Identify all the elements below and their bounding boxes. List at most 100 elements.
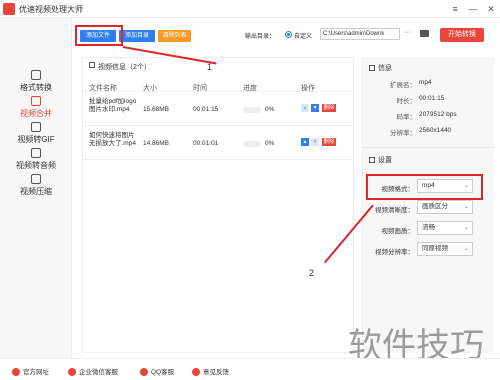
settings-title-text: 设置: [378, 157, 392, 164]
annotation-number-1: 1: [207, 62, 213, 72]
gif-icon: [31, 122, 41, 132]
delete-button[interactable]: 删除: [322, 138, 336, 146]
column-header: 大小: [143, 85, 157, 92]
video-info-icon: [89, 62, 95, 68]
custom-radio[interactable]: [285, 31, 292, 38]
chevron-down-icon: ⌄: [463, 225, 469, 231]
move-up-icon[interactable]: ▲: [301, 138, 309, 146]
move-up-icon[interactable]: ▲: [301, 104, 309, 112]
info-label: 分辨率：: [390, 130, 416, 137]
video-format-select[interactable]: mp4 ⌄: [417, 179, 473, 193]
sidebar-item-label: 视频合并: [20, 109, 52, 118]
video-list-panel: 视频信息（2个） 文件名称 大小 时间 进度 操作 批量给pdf加logo图片水…: [82, 57, 354, 353]
footer-wechat[interactable]: 企业微信客服: [68, 366, 118, 376]
add-file-button[interactable]: 添加文件: [80, 30, 116, 42]
app-window: 优速视频处理大师 ≡ — ✕ 格式转换 视频合并 视频转GIF 视频转音频 视频…: [0, 0, 500, 380]
sidebar-item-label: 视频转音频: [16, 161, 56, 170]
delete-button[interactable]: 删除: [322, 104, 336, 112]
footer-feedback[interactable]: 意见反馈: [192, 366, 229, 376]
browse-more-button[interactable]: ···: [404, 29, 411, 36]
title-bar: 优速视频处理大师 ≡ — ✕: [0, 0, 500, 18]
file-name: 批量给pdf加logo图片水印.mp4: [89, 98, 137, 113]
footer-label: 官方网址: [23, 369, 49, 376]
info-label: 扩展名：: [390, 82, 416, 89]
move-down-icon[interactable]: ▼: [311, 138, 319, 146]
progress-bar: [243, 141, 261, 147]
info-value: 00:01:15: [419, 95, 445, 102]
video-resolution-select[interactable]: 同原视频 ⌄: [417, 242, 473, 256]
wechat-icon: [68, 368, 76, 376]
merge-icon: [31, 96, 41, 106]
progress-text: 0%: [265, 106, 275, 113]
file-size: 14.86MB: [143, 140, 170, 147]
audio-icon: [31, 148, 41, 158]
start-convert-button[interactable]: 开始转换: [440, 28, 484, 42]
info-label: 时长：: [396, 98, 417, 105]
move-down-icon[interactable]: ▼: [311, 104, 319, 112]
setting-label: 视频格式：: [381, 186, 415, 193]
setting-label: 视频清晰度：: [375, 207, 414, 214]
select-value: mp4: [422, 182, 435, 189]
sidebar-item-video-compress[interactable]: 视频压缩: [0, 174, 72, 206]
setting-label: 视频画质：: [381, 228, 415, 235]
file-size: 15.68MB: [143, 106, 170, 113]
menu-icon[interactable]: ≡: [446, 0, 464, 18]
feedback-icon: [192, 368, 200, 376]
close-icon[interactable]: ✕: [482, 0, 500, 18]
video-panel-title: 视频信息（2个）: [98, 64, 151, 71]
table-row[interactable]: 批量给pdf加logo图片水印.mp4 15.68MB 00:01:15 0% …: [83, 94, 353, 126]
file-name: 如何快速将图片无损放大了.mp4: [89, 132, 136, 147]
home-icon: [12, 368, 20, 376]
column-header: 操作: [301, 85, 315, 92]
footer-qq[interactable]: QQ客服: [140, 366, 174, 376]
output-dir-label: 输出目录：: [245, 34, 276, 40]
info-icon: [369, 65, 375, 71]
custom-radio-label: 自定义: [294, 34, 313, 40]
add-folder-button[interactable]: 添加目录: [119, 30, 155, 42]
info-label: 码率：: [396, 114, 417, 121]
footer-label: 企业微信客服: [79, 369, 118, 376]
select-value: 画质区分: [422, 203, 448, 210]
gear-icon: [369, 157, 375, 163]
setting-label: 视频分辨率：: [375, 249, 414, 256]
minimize-icon[interactable]: —: [464, 0, 482, 18]
file-duration: 00:01:15: [193, 106, 219, 113]
column-header: 时间: [193, 85, 207, 92]
column-header: 文件名称: [89, 85, 117, 92]
sidebar-item-label: 视频转GIF: [17, 135, 55, 144]
chevron-down-icon: ⌄: [463, 246, 469, 252]
table-row[interactable]: 如何快速将图片无损放大了.mp4 14.86MB 00:01:01 0% ▲ ▼…: [83, 128, 353, 160]
video-quality-select[interactable]: 流畅 ⌄: [417, 221, 473, 235]
info-value: 2079512 bps: [419, 111, 457, 118]
annotation-number-2: 2: [309, 268, 315, 278]
compress-icon: [31, 174, 41, 184]
folder-icon[interactable]: [420, 30, 429, 37]
column-header: 进度: [243, 85, 257, 92]
app-title: 优速视频处理大师: [19, 5, 83, 14]
settings-section-title: 设置: [369, 155, 392, 165]
progress-bar: [243, 107, 261, 113]
right-panel: 信息 扩展名： mp4 时长： 00:01:15 码率： 2079512 bps…: [362, 57, 495, 353]
footer: 官方网址 企业微信客服 QQ客服 意见反馈: [0, 358, 500, 380]
section-divider: [363, 147, 495, 148]
window-controls: ≡ — ✕: [446, 0, 500, 18]
select-value: 流畅: [422, 224, 435, 231]
convert-icon: [31, 70, 41, 80]
sidebar-item-label: 格式转换: [20, 83, 52, 92]
progress-text: 0%: [265, 140, 275, 147]
info-value: 2560x1440: [419, 127, 452, 134]
chevron-down-icon: ⌄: [463, 204, 469, 210]
footer-label: 意见反馈: [203, 369, 229, 376]
info-title-text: 信息: [378, 65, 392, 72]
app-logo-icon: [3, 3, 15, 15]
chevron-down-icon: ⌄: [463, 183, 469, 189]
info-value: mp4: [419, 79, 432, 86]
footer-website[interactable]: 官方网址: [12, 366, 49, 376]
qq-icon: [140, 368, 148, 376]
select-value: 同原视频: [422, 245, 448, 252]
output-path-field[interactable]: C:\Users\admin\Downk: [320, 28, 400, 40]
info-section-title: 信息: [369, 63, 392, 73]
clear-list-button[interactable]: 清除列表: [158, 30, 191, 42]
video-clarity-select[interactable]: 画质区分 ⌄: [417, 200, 473, 214]
sidebar-item-label: 视频压缩: [20, 187, 52, 196]
